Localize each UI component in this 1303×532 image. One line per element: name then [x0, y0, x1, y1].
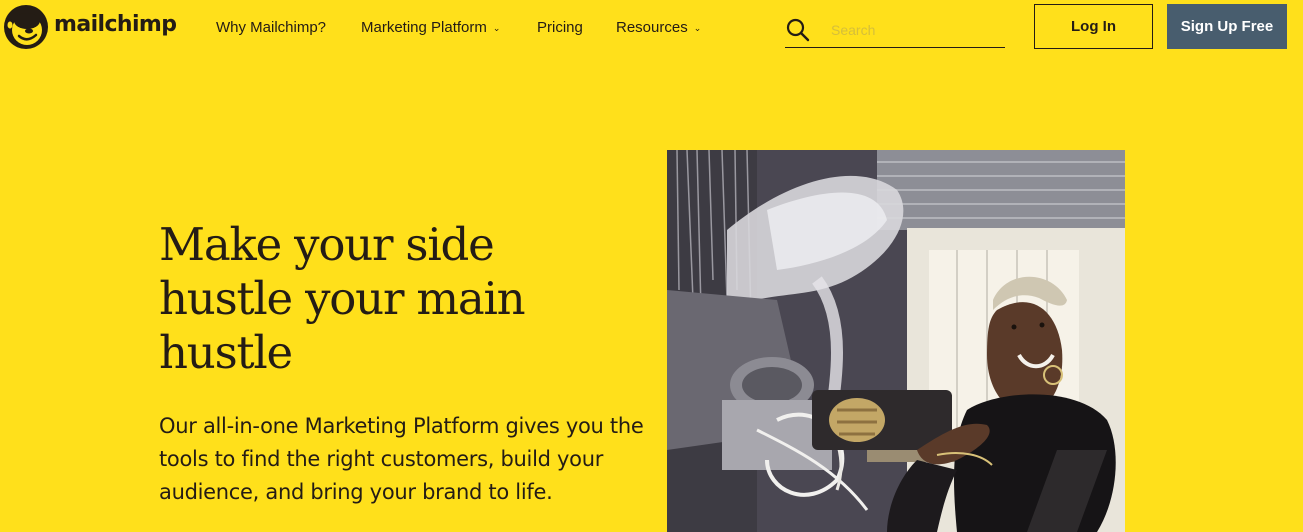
search-input[interactable] — [829, 20, 993, 39]
chevron-down-icon: ⌄ — [492, 22, 501, 33]
nav-item-label: Resources — [616, 19, 688, 36]
hero-photo — [667, 150, 1125, 532]
hero-subcopy: Our all-in-one Marketing Platform gives … — [159, 414, 644, 504]
freddie-monkey-icon — [2, 3, 50, 51]
search-bar — [785, 12, 1005, 48]
search-icon[interactable] — [785, 17, 811, 43]
nav-item-label: Marketing Platform — [361, 19, 487, 36]
nav-item-pricing[interactable]: Pricing — [537, 19, 583, 36]
nav-item-resources[interactable]: Resources ⌄ — [616, 19, 701, 36]
login-button[interactable]: Log In — [1034, 4, 1153, 49]
nav-item-marketing-platform[interactable]: Marketing Platform ⌄ — [361, 19, 500, 36]
signup-button[interactable]: Sign Up Free — [1167, 4, 1287, 49]
chevron-down-icon: ⌄ — [693, 22, 702, 33]
nav-item-label: Why Mailchimp? — [216, 19, 327, 36]
top-navigation: mailchimp Why Mailchimp? Marketing Platf… — [0, 0, 1303, 58]
mailchimp-logo[interactable]: mailchimp — [2, 3, 177, 51]
hero-headline: Make your side hustle your main hustle — [159, 218, 526, 379]
nav-item-label: Pricing — [537, 19, 583, 36]
nav-item-why-mailchimp[interactable]: Why Mailchimp? — [216, 19, 326, 36]
brand-wordmark: mailchimp — [54, 11, 177, 37]
